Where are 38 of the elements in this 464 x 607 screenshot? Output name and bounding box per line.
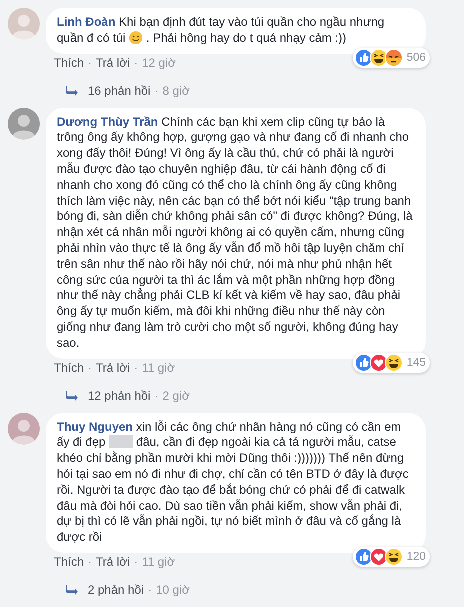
comment-text: Thuy Nguyen xin lỗi các ông chứ nhãn hàng nó cũng có cần em ấy đi đẹp đâu, cần đi đẹp ngoài kia cả tá người mẫu, catse khéo chỉ bằng phần mười khi mời Dũng thôi :))))))) Thế nên đừng hỏi tại sao em nó đi như đi chợ, chỉ cần có tên BTD ở đây là được rồi. Người ta được đào tạo để bắt bóng chứ có phải để đi catwalk đâu mà đòi hỏi cao. Dù sao tiền vẫn phải kiếm, show vẫn phải đi, dự bị thì có lẽ vẫn phải ngồi, tự nó biết mình ở đâu và cố gắng là được rồi bbox=[57, 420, 410, 546]
action-link[interactable]: Trả lời bbox=[96, 554, 130, 570]
action-link[interactable]: Thích bbox=[54, 554, 84, 570]
action-link[interactable]: Thích bbox=[54, 360, 84, 376]
author-name[interactable]: Thuy Nguyen bbox=[57, 420, 134, 434]
separator-dot: · bbox=[148, 582, 152, 598]
avatar bbox=[8, 8, 40, 40]
separator-dot: · bbox=[88, 54, 92, 71]
timestamp: 12 giờ bbox=[142, 54, 176, 71]
reply-arrow-icon bbox=[66, 84, 78, 97]
separator-dot: · bbox=[88, 360, 92, 376]
author-name[interactable]: Dương Thùy Trần bbox=[57, 114, 158, 129]
avatar bbox=[8, 108, 40, 140]
redaction-mark bbox=[109, 435, 134, 448]
action-link[interactable]: Thích bbox=[54, 54, 84, 71]
action-link[interactable]: 16 phản hồi bbox=[88, 82, 151, 99]
timestamp: 11 giờ bbox=[142, 554, 176, 570]
avatar bbox=[8, 412, 40, 445]
action-link[interactable]: Trả lời bbox=[96, 54, 130, 71]
comment-text: Dương Thùy Trần Chính các bạn khi xem clip cũng tự bảo là trông ông ấy không hợp, gượng gạo và như đang cố đi nhanh cho xong đấy thôi! Đúng! Vì ông ấy là cầu thủ, chứ có phải là người mẫu được đào tạo chuyên nghiệp đâu, từ cái hành động cố đi nhanh cho xong đó cũng có thể cho là chính ông ấy cũng không thích làm việc này, nên các bạn có thể bớt nói kiểu "tập trung banh bóng đi, sàn diễn chứ không phải sân cỏ" đi được không? Đúng, là nhận xét cá nhân mỗi người không ai có quyền cấm, nhưng cũng phải nhìn vào thực tế là ông ấy vẫn đổ mồ hôi tập luyện chăm chỉ trên sân như thế nào rồi hãy nói chứ, nói mà như phủ nhận hết công sức của người ta thì ác lắm và một phần những hợp đồng như thế này chẳng phải CLB kí kết và kiếm về hay sao, đâu phải ông ấy tự muốn kiếm, mà đôi khi những điều như thế này còn giống như đang làm trò cười cho một số người, không đúng hay sao. bbox=[57, 114, 414, 352]
separator-dot: · bbox=[134, 54, 138, 71]
smiley-icon bbox=[129, 30, 144, 45]
timestamp: 11 giờ bbox=[142, 360, 176, 376]
author-name[interactable]: Linh Đoàn bbox=[57, 15, 116, 29]
reply-arrow-icon bbox=[66, 390, 78, 402]
action-link[interactable]: 12 phản hồi bbox=[88, 388, 151, 404]
action-link[interactable]: 2 phản hồi bbox=[88, 582, 144, 598]
separator-dot: · bbox=[134, 360, 138, 376]
timestamp: 10 giờ bbox=[156, 582, 190, 598]
timestamp: 2 giờ bbox=[162, 388, 190, 404]
separator-dot: · bbox=[134, 554, 138, 570]
separator-dot: · bbox=[88, 554, 92, 570]
comment-text: Linh Đoàn Khi bạn định đút tay vào túi quần cho ngầu nhưng quần đ có túi . Phải hông hay do t quá nhạy cảm :)) bbox=[57, 15, 386, 47]
reply-arrow-icon bbox=[66, 584, 78, 596]
separator-dot: · bbox=[154, 388, 159, 404]
timestamp: 8 giờ bbox=[162, 82, 190, 99]
separator-dot: · bbox=[154, 82, 159, 99]
action-link[interactable]: Trả lời bbox=[96, 360, 130, 376]
